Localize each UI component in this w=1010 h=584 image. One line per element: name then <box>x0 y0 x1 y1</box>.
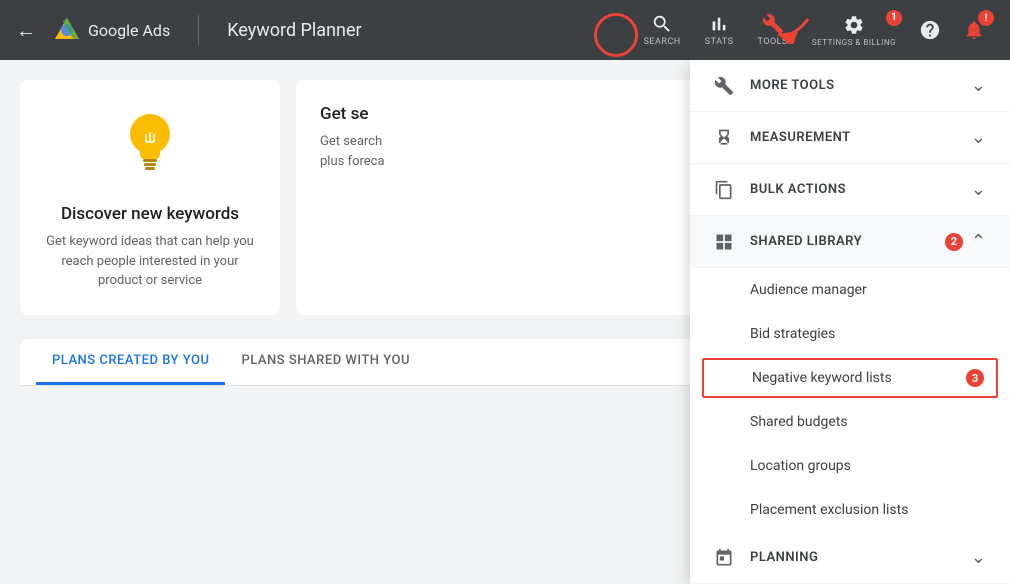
more-tools-item[interactable]: MORE TOOLS ⌄ <box>690 60 1010 112</box>
grid-icon <box>714 232 734 252</box>
header-right: SEARCH STATS TOOLS SETTINGS & BILLING 1 … <box>634 7 994 53</box>
stats-button[interactable]: STATS <box>695 7 744 53</box>
search-button[interactable]: SEARCH <box>634 7 691 53</box>
discover-card-title: Discover new keywords <box>61 204 239 224</box>
shared-budgets-item[interactable]: Shared budgets <box>690 400 1010 444</box>
page-title: Keyword Planner <box>227 20 361 41</box>
planning-chevron: ⌄ <box>971 547 986 568</box>
shared-library-label: SHARED LIBRARY <box>750 234 945 249</box>
google-ads-logo: Google Ads <box>52 15 170 45</box>
bulk-actions-item[interactable]: BULK ACTIONS ⌄ <box>690 164 1010 216</box>
location-groups-item[interactable]: Location groups <box>690 444 1010 488</box>
shared-library-item[interactable]: SHARED LIBRARY 2 ⌃ <box>690 216 1010 268</box>
tools-label: TOOLS <box>758 37 788 47</box>
stats-icon <box>708 13 730 35</box>
notification-button[interactable]: ! <box>954 10 994 50</box>
audience-manager-item[interactable]: Audience manager <box>690 268 1010 312</box>
planning-label: PLANNING <box>750 550 971 565</box>
placement-exclusion-lists-label: Placement exclusion lists <box>750 502 908 518</box>
header: ← Google Ads Keyword Planner SEARCH STAT… <box>0 0 1010 60</box>
audience-manager-label: Audience manager <box>750 282 867 298</box>
location-groups-label: Location groups <box>750 458 851 474</box>
settings-button[interactable]: SETTINGS & BILLING 1 <box>802 8 906 53</box>
measurement-chevron: ⌄ <box>971 127 986 148</box>
more-tools-label: MORE TOOLS <box>750 78 971 93</box>
main-content: Discover new keywords Get keyword ideas … <box>0 60 1010 533</box>
tools-icon <box>762 13 784 35</box>
discover-card-desc: Get keyword ideas that can help you reac… <box>44 232 256 291</box>
negative-keyword-badge: 3 <box>966 369 984 387</box>
shared-budgets-label: Shared budgets <box>750 414 848 430</box>
stats-label: STATS <box>705 37 734 47</box>
settings-label: SETTINGS & BILLING <box>812 38 896 47</box>
negative-keyword-lists-item[interactable]: Negative keyword lists 3 <box>702 358 998 398</box>
measurement-item[interactable]: MEASUREMENT ⌄ <box>690 112 1010 164</box>
wrench-icon <box>714 76 734 96</box>
bid-strategies-item[interactable]: Bid strategies <box>690 312 1010 356</box>
placement-exclusion-lists-item[interactable]: Placement exclusion lists <box>690 488 1010 532</box>
lightbulb-icon-container <box>110 104 190 188</box>
header-divider <box>198 15 199 45</box>
help-icon <box>919 19 941 41</box>
calendar-icon <box>714 548 734 568</box>
settings-badge: 1 <box>886 10 902 26</box>
header-left: ← Google Ads Keyword Planner <box>16 15 362 45</box>
tools-highlight-circle <box>594 13 638 57</box>
search-icon <box>651 13 673 35</box>
measurement-label: MEASUREMENT <box>750 130 971 145</box>
help-button[interactable] <box>910 10 950 50</box>
bulk-actions-chevron: ⌄ <box>971 179 986 200</box>
shared-library-chevron: ⌃ <box>971 231 986 252</box>
lightbulb-icon <box>110 104 190 184</box>
notification-badge: ! <box>978 10 994 26</box>
bulk-actions-label: BULK ACTIONS <box>750 182 971 197</box>
copy-icon <box>714 180 734 200</box>
tab-plans-created[interactable]: PLANS CREATED BY YOU <box>36 339 225 385</box>
negative-keyword-lists-label: Negative keyword lists <box>752 370 958 386</box>
back-button[interactable]: ← <box>16 18 36 43</box>
bid-strategies-label: Bid strategies <box>750 326 835 342</box>
planning-item[interactable]: PLANNING ⌄ <box>690 532 1010 584</box>
discover-keywords-card[interactable]: Discover new keywords Get keyword ideas … <box>20 80 280 315</box>
search-label: SEARCH <box>644 37 681 47</box>
logo-text: Google Ads <box>88 21 170 40</box>
tools-dropdown: MORE TOOLS ⌄ MEASUREMENT ⌄ BULK ACTIONS … <box>690 60 1010 584</box>
settings-icon <box>843 14 865 36</box>
tools-button[interactable]: TOOLS <box>748 7 798 53</box>
hourglass-icon <box>714 128 734 148</box>
shared-library-badge: 2 <box>945 233 963 251</box>
tab-plans-shared[interactable]: PLANS SHARED WITH YOU <box>225 339 426 385</box>
more-tools-chevron: ⌄ <box>971 75 986 96</box>
logo-icon <box>52 15 82 45</box>
